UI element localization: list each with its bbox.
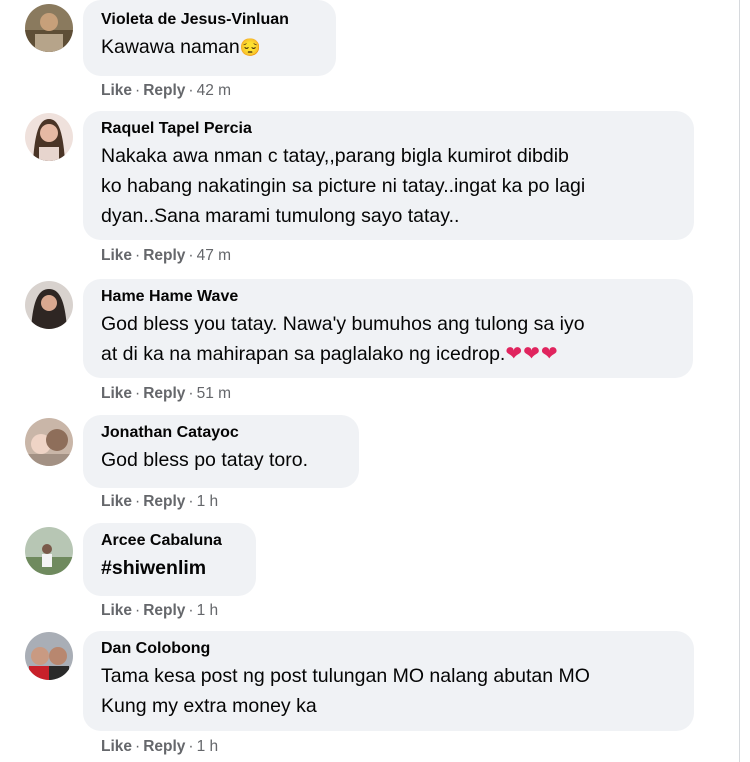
hashtag-link[interactable]: #shiwenlim bbox=[101, 553, 240, 583]
avatar[interactable] bbox=[25, 527, 73, 575]
comment-timestamp[interactable]: 42 m bbox=[197, 82, 231, 99]
comment-bubble: Hame Hame Wave God bless you tatay. Nawa… bbox=[83, 279, 693, 378]
like-button[interactable]: Like bbox=[101, 602, 132, 619]
red-heart-emoji: ❤❤❤ bbox=[505, 343, 559, 365]
like-button[interactable]: Like bbox=[101, 738, 132, 755]
reply-button[interactable]: Reply bbox=[143, 493, 185, 510]
comment-actions: Like · Reply · 1 h bbox=[101, 493, 219, 510]
like-button[interactable]: Like bbox=[101, 82, 132, 99]
comment-bubble: Raquel Tapel Percia Nakaka awa nman c ta… bbox=[83, 111, 694, 240]
comment-author[interactable]: Violeta de Jesus-Vinluan bbox=[101, 10, 320, 30]
comment-timestamp[interactable]: 1 h bbox=[197, 738, 219, 755]
like-button[interactable]: Like bbox=[101, 385, 132, 402]
comment-timestamp[interactable]: 1 h bbox=[197, 493, 219, 510]
comment-actions: Like · Reply · 1 h bbox=[101, 738, 219, 755]
comment-actions: Like · Reply · 1 h bbox=[101, 602, 219, 619]
pensive-face-emoji: 😔 bbox=[239, 38, 261, 57]
avatar[interactable] bbox=[25, 113, 73, 161]
avatar[interactable] bbox=[25, 632, 73, 680]
comment-author[interactable]: Arcee Cabaluna bbox=[101, 531, 240, 551]
frame-border bbox=[739, 0, 740, 762]
like-button[interactable]: Like bbox=[101, 493, 132, 510]
comment-author[interactable]: Jonathan Catayoc bbox=[101, 423, 343, 443]
comment-actions: Like · Reply · 51 m bbox=[101, 385, 232, 402]
comment-timestamp[interactable]: 1 h bbox=[197, 602, 219, 619]
comment-bubble: Arcee Cabaluna #shiwenlim bbox=[83, 523, 256, 596]
avatar[interactable] bbox=[25, 418, 73, 466]
comment-bubble: Jonathan Catayoc God bless po tatay toro… bbox=[83, 415, 359, 488]
comment-actions: Like · Reply · 42 m bbox=[101, 82, 232, 99]
comment-bubble: Dan Colobong Tama kesa post ng post tulu… bbox=[83, 631, 694, 731]
comment-author[interactable]: Hame Hame Wave bbox=[101, 287, 677, 307]
reply-button[interactable]: Reply bbox=[143, 82, 185, 99]
comment-text: Nakaka awa nman c tatay,,parang bigla ku… bbox=[101, 145, 586, 227]
comment-author[interactable]: Dan Colobong bbox=[101, 639, 678, 659]
reply-button[interactable]: Reply bbox=[143, 247, 185, 264]
avatar[interactable] bbox=[25, 4, 73, 52]
comment-text: God bless you tatay. Nawa'y bumuhos ang … bbox=[101, 313, 585, 365]
like-button[interactable]: Like bbox=[101, 247, 132, 264]
comment-timestamp[interactable]: 47 m bbox=[197, 247, 231, 264]
comment-text: Kawawa naman😔 bbox=[101, 36, 261, 58]
avatar[interactable] bbox=[25, 281, 73, 329]
reply-button[interactable]: Reply bbox=[143, 738, 185, 755]
comment-bubble: Violeta de Jesus-Vinluan Kawawa naman😔 bbox=[83, 0, 336, 76]
comment-text: Tama kesa post ng post tulungan MO nalan… bbox=[101, 665, 590, 717]
comment-author[interactable]: Raquel Tapel Percia bbox=[101, 119, 678, 139]
comment-timestamp[interactable]: 51 m bbox=[197, 385, 231, 402]
reply-button[interactable]: Reply bbox=[143, 602, 185, 619]
comment-actions: Like · Reply · 47 m bbox=[101, 247, 232, 264]
comment-text: God bless po tatay toro. bbox=[101, 449, 309, 471]
reply-button[interactable]: Reply bbox=[143, 385, 185, 402]
